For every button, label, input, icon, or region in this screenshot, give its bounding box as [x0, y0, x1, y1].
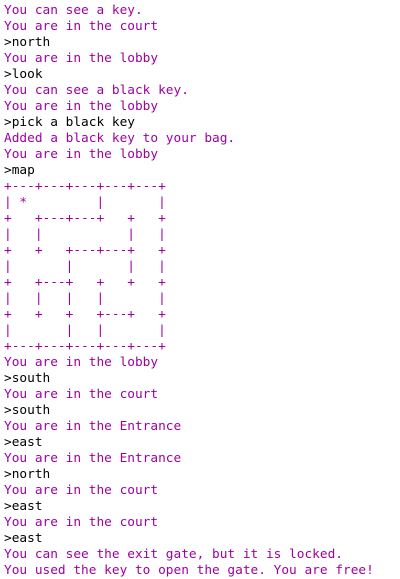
command-line: >look — [4, 67, 43, 82]
map-row: +---+---+---+---+---+ — [4, 179, 166, 194]
map-row: | | | | | — [4, 291, 166, 306]
output-line: You are in the court — [4, 19, 159, 34]
command-line: >south — [4, 403, 51, 418]
output-line: You can see a black key. — [4, 83, 189, 98]
map-row: | | | | — [4, 227, 166, 242]
map-row: + + + +---+ + — [4, 307, 166, 322]
command-line: >pick a black key — [4, 115, 135, 130]
output-line: You are in the court — [4, 483, 159, 498]
output-line: You are in the lobby — [4, 99, 159, 114]
command-line: >south — [4, 371, 51, 386]
command-line: >east — [4, 499, 43, 514]
output-line: Added a black key to your bag. — [4, 131, 236, 146]
output-line: You can see the exit gate, but it is loc… — [4, 547, 343, 562]
output-line: You are in the lobby — [4, 355, 159, 370]
map-row: + + +---+---+ + — [4, 243, 166, 258]
output-line: You are in the Entrance — [4, 419, 182, 434]
command-line: >east — [4, 435, 43, 450]
map-row: | | | | — [4, 323, 166, 338]
command-line: >north — [4, 35, 51, 50]
command-line: >map — [4, 163, 35, 178]
command-line: >north — [4, 467, 51, 482]
map-row: | * | | — [4, 195, 166, 210]
map-row: + +---+---+ + + — [4, 211, 166, 226]
map-row: +---+---+---+---+---+ — [4, 339, 166, 354]
output-line: You are in the lobby — [4, 147, 159, 162]
output-line: You can see a key. — [4, 3, 143, 18]
output-line: You are in the lobby — [4, 51, 159, 66]
map-row: + +---+ + + + — [4, 275, 166, 290]
game-transcript: You can see a key. You are in the court >n… — [4, 3, 400, 579]
command-line: >east — [4, 531, 43, 546]
map-row: | | | | — [4, 259, 166, 274]
output-line: You are in the court — [4, 515, 159, 530]
output-line: You used the key to open the gate. You a… — [4, 563, 374, 578]
output-line: You are in the court — [4, 387, 159, 402]
output-line: You are in the Entrance — [4, 451, 182, 466]
